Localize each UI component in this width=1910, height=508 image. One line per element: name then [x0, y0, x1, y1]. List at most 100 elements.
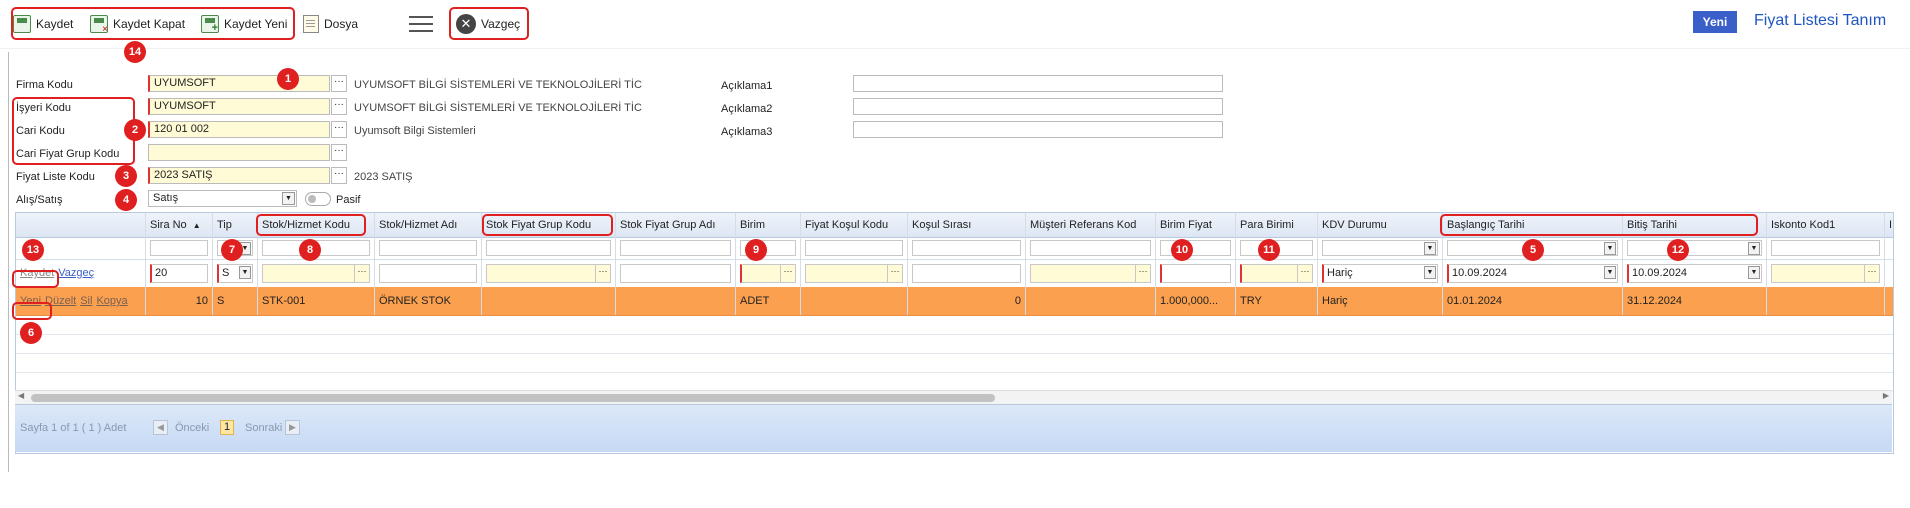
edit-kdv-durumu-value: Hariç	[1327, 266, 1353, 279]
cari-fiyat-grup-kodu-input[interactable]	[148, 144, 330, 161]
col-header-birim[interactable]: Birim	[736, 213, 801, 237]
col-header-stok-adi[interactable]: Stok/Hizmet Adı	[375, 213, 482, 237]
edit-birim-fiyat-input[interactable]	[1160, 263, 1231, 283]
filter-stok-fiyat-grup-adi[interactable]	[620, 240, 731, 256]
filter-bitis-tarihi[interactable]: ▼	[1627, 240, 1762, 256]
pasif-toggle[interactable]	[305, 192, 331, 206]
yeni-button[interactable]: Yeni	[1693, 11, 1737, 33]
col-header-sira-no[interactable]: Sira No ▲	[146, 213, 213, 237]
alis-satis-select[interactable]: Satış ▼	[148, 190, 297, 207]
isyeri-kodu-input[interactable]: UYUMSOFT	[148, 98, 330, 115]
edit-bitis-tarihi-input[interactable]: 10.09.2024 ▼	[1627, 263, 1762, 283]
edit-kdv-durumu-select[interactable]: Hariç ▼	[1322, 263, 1438, 283]
fiyat-liste-lookup-button[interactable]: ···	[331, 167, 347, 184]
kaydet-button[interactable]: Kaydet	[13, 13, 73, 35]
scroll-right-icon[interactable]: ▶	[1883, 391, 1889, 400]
marker-badge: 10	[1171, 239, 1193, 261]
cell-kdv-durumu: Hariç	[1318, 287, 1443, 315]
chevron-down-icon: ▼	[1604, 242, 1616, 255]
lookup-dots-icon[interactable]: ···	[1297, 264, 1312, 282]
lookup-dots-icon[interactable]: ···	[780, 264, 795, 282]
horizontal-scrollbar[interactable]: ◀ ▶	[15, 390, 1892, 405]
lookup-dots-icon[interactable]: ···	[1135, 264, 1150, 282]
col-header-para-birimi[interactable]: Para Birimi	[1236, 213, 1318, 237]
filter-fiyat-kosul-kodu[interactable]	[805, 240, 903, 256]
lookup-dots-icon[interactable]: ···	[1864, 264, 1879, 282]
aciklama2-input[interactable]	[853, 98, 1223, 115]
dosya-button[interactable]: Dosya	[303, 13, 358, 35]
edit-birim-input[interactable]: ···	[740, 263, 796, 283]
fiyat-liste-kodu-input[interactable]: 2023 SATIŞ	[148, 167, 330, 184]
filter-musteri-referans[interactable]	[1030, 240, 1151, 256]
prev-page-icon[interactable]: ◀	[153, 420, 168, 435]
cari-kodu-label: Cari Kodu	[16, 125, 65, 137]
marker-badge: 2	[124, 119, 146, 141]
row-kopya-link[interactable]: Kopya	[96, 295, 127, 307]
edit-stok-kodu-input[interactable]: ···	[262, 263, 370, 283]
col-header-tip[interactable]: Tip	[213, 213, 258, 237]
col-header-stok-kodu[interactable]: Stok/Hizmet Kodu	[258, 213, 375, 237]
col-header-stok-fiyat-grup-adi[interactable]: Stok Fiyat Grup Adı	[616, 213, 736, 237]
filter-stok-fiyat-grup-kodu[interactable]	[486, 240, 611, 256]
aciklama1-input[interactable]	[853, 75, 1223, 92]
scroll-left-icon[interactable]: ◀	[18, 391, 24, 400]
edit-tip-select[interactable]: S ▼	[217, 263, 253, 283]
pager-prev-label[interactable]: Önceki	[175, 422, 209, 434]
isyeri-kodu-lookup-button[interactable]: ···	[331, 98, 347, 115]
col-header-birim-fiyat[interactable]: Birim Fiyat	[1156, 213, 1236, 237]
row-yeni-link[interactable]: Yeni	[20, 295, 41, 307]
edit-baslangic-tarihi-input[interactable]: 10.09.2024 ▼	[1447, 263, 1618, 283]
form-border	[8, 52, 9, 472]
filter-kosul-sirasi[interactable]	[912, 240, 1021, 256]
edit-stok-adi-input[interactable]	[379, 263, 477, 283]
chevron-down-icon: ▼	[239, 265, 251, 279]
sort-asc-icon: ▲	[192, 220, 201, 230]
col-header-baslangic-tarihi[interactable]: Başlangıç Tarihi	[1443, 213, 1623, 237]
col-header-stok-fiyat-grup-kodu[interactable]: Stok Fiyat Grup Kodu	[482, 213, 616, 237]
kaydet-yeni-button[interactable]: Kaydet Yeni	[201, 13, 287, 35]
edit-fiyat-kosul-kodu-input[interactable]: ···	[805, 263, 903, 283]
edit-kosul-sirasi-input[interactable]	[912, 263, 1021, 283]
pager-next-label[interactable]: Sonraki	[245, 422, 282, 434]
row-sil-link[interactable]: Sil	[80, 295, 92, 307]
col-header-iskonto-kod1[interactable]: Iskonto Kod1	[1767, 213, 1885, 237]
row-duzelt-link[interactable]: Düzelt	[45, 295, 76, 307]
filter-iskonto-kod1[interactable]	[1771, 240, 1880, 256]
edit-musteri-referans-input[interactable]: ···	[1030, 263, 1151, 283]
firma-kodu-input[interactable]: UYUMSOFT	[148, 75, 330, 92]
menu-icon[interactable]	[409, 16, 433, 32]
cell-fiyat-kosul-kodu	[801, 287, 908, 315]
cari-kodu-lookup-button[interactable]: ···	[331, 121, 347, 138]
save-icon	[13, 15, 31, 33]
filter-sira-no[interactable]	[150, 240, 208, 256]
next-page-icon[interactable]: ▶	[285, 420, 300, 435]
col-header-fiyat-kosul-kodu[interactable]: Fiyat Koşul Kodu	[801, 213, 908, 237]
cari-kodu-input[interactable]: 120 01 002	[148, 121, 330, 138]
col-header-kdv-durumu[interactable]: KDV Durumu	[1318, 213, 1443, 237]
aciklama3-input[interactable]	[853, 121, 1223, 138]
lookup-dots-icon[interactable]: ···	[595, 264, 610, 282]
edit-stok-fiyat-grup-adi-input[interactable]	[620, 263, 731, 283]
aciklama3-label: Açıklama3	[721, 126, 773, 138]
edit-iskonto-kod1-input[interactable]: ···	[1771, 263, 1880, 283]
scrollbar-thumb[interactable]	[31, 394, 995, 402]
filter-stok-adi[interactable]	[379, 240, 477, 256]
edit-vazgec-link[interactable]: Vazgeç	[58, 267, 94, 279]
table-row[interactable]: Yeni Düzelt Sil Kopya 10 S STK-001 ÖRNEK…	[16, 287, 1893, 316]
pager-current-page[interactable]: 1	[220, 420, 234, 435]
filter-kdv-durumu[interactable]: ▼	[1322, 240, 1438, 256]
kaydet-kapat-button[interactable]: Kaydet Kapat	[90, 13, 185, 35]
lookup-dots-icon[interactable]: ···	[354, 264, 369, 282]
edit-kaydet-link[interactable]: Kaydet	[20, 267, 54, 279]
col-header-kosul-sirasi[interactable]: Koşul Sırası	[908, 213, 1026, 237]
edit-stok-fiyat-grup-kodu-input[interactable]: ···	[486, 263, 611, 283]
edit-para-birimi-input[interactable]: ···	[1240, 263, 1313, 283]
cari-fiyat-grup-lookup-button[interactable]: ···	[331, 144, 347, 161]
firma-kodu-lookup-button[interactable]: ···	[331, 75, 347, 92]
lookup-dots-icon[interactable]: ···	[887, 264, 902, 282]
col-header-musteri-referans[interactable]: Müşteri Referans Kod	[1026, 213, 1156, 237]
col-header-bitis-tarihi[interactable]: Bitiş Tarihi	[1623, 213, 1767, 237]
col-header-next[interactable]: I	[1885, 213, 1893, 237]
edit-sira-no-input[interactable]: 20	[150, 263, 208, 283]
vazgec-button[interactable]: ✕ Vazgeç	[456, 13, 520, 35]
